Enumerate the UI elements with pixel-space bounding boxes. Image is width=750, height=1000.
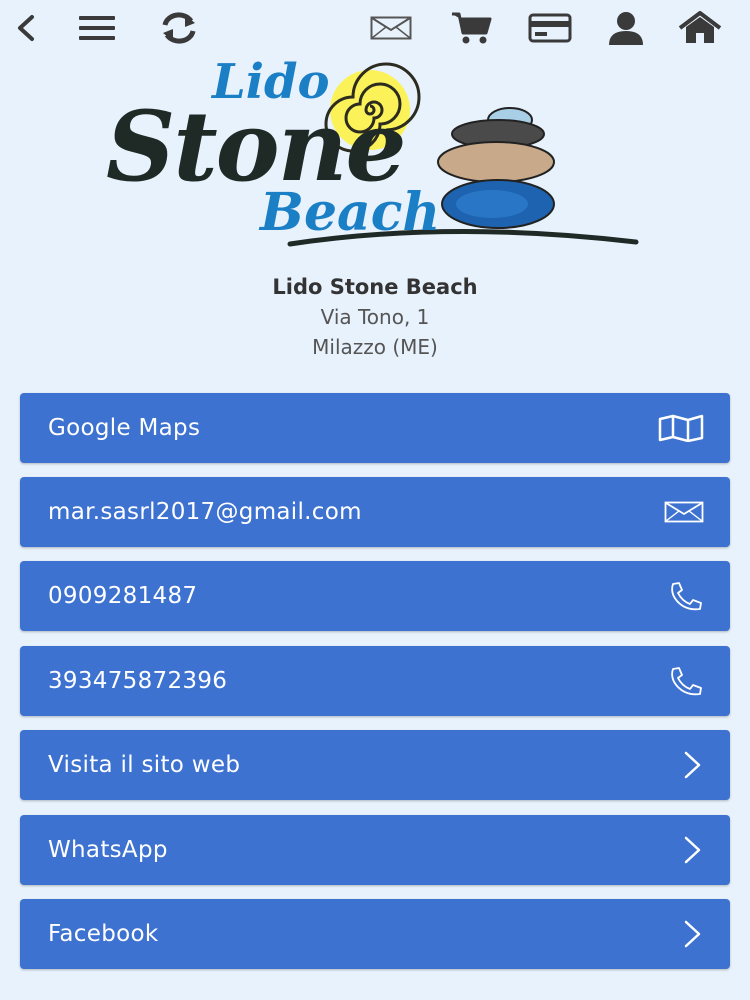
phone-button-2[interactable]: 393475872396 (20, 646, 730, 716)
facebook-button[interactable]: Facebook (20, 899, 730, 969)
phone-icon (668, 666, 704, 696)
envelope-icon (664, 501, 704, 523)
whatsapp-button[interactable]: WhatsApp (20, 815, 730, 885)
business-info: Lido Stone Beach Via Tono, 1 Milazzo (ME… (0, 272, 750, 362)
credit-card-icon[interactable] (524, 6, 576, 50)
phone-label-2: 393475872396 (48, 668, 228, 694)
menu-icon[interactable] (74, 6, 120, 50)
phone-button-1[interactable]: 0909281487 (20, 561, 730, 631)
chevron-right-icon (680, 919, 704, 949)
facebook-label: Facebook (48, 921, 159, 947)
chevron-right-icon (680, 835, 704, 865)
website-button[interactable]: Visita il sito web (20, 730, 730, 800)
email-label: mar.sasrl2017@gmail.com (48, 499, 362, 525)
google-maps-label: Google Maps (48, 415, 201, 441)
email-button[interactable]: mar.sasrl2017@gmail.com (20, 477, 730, 547)
refresh-icon[interactable] (156, 6, 202, 50)
top-toolbar (0, 0, 750, 56)
back-icon[interactable] (8, 6, 44, 50)
phone-icon (668, 581, 704, 611)
phone-label-1: 0909281487 (48, 583, 198, 609)
business-address: Via Tono, 1 (320, 305, 430, 329)
logo-text-beach: Beach (260, 182, 441, 243)
business-name: Lido Stone Beach (272, 275, 478, 299)
google-maps-button[interactable]: Google Maps (20, 393, 730, 463)
chevron-right-icon (680, 750, 704, 780)
website-label: Visita il sito web (48, 752, 241, 778)
cart-icon[interactable] (446, 6, 496, 50)
map-icon (658, 414, 704, 442)
whatsapp-label: WhatsApp (48, 837, 168, 863)
home-icon[interactable] (676, 6, 724, 50)
business-city: Milazzo (ME) (312, 335, 438, 359)
user-icon[interactable] (604, 6, 648, 50)
lido-stone-beach-logo: Lido Stone Beach (100, 52, 650, 262)
mail-icon[interactable] (366, 6, 416, 50)
